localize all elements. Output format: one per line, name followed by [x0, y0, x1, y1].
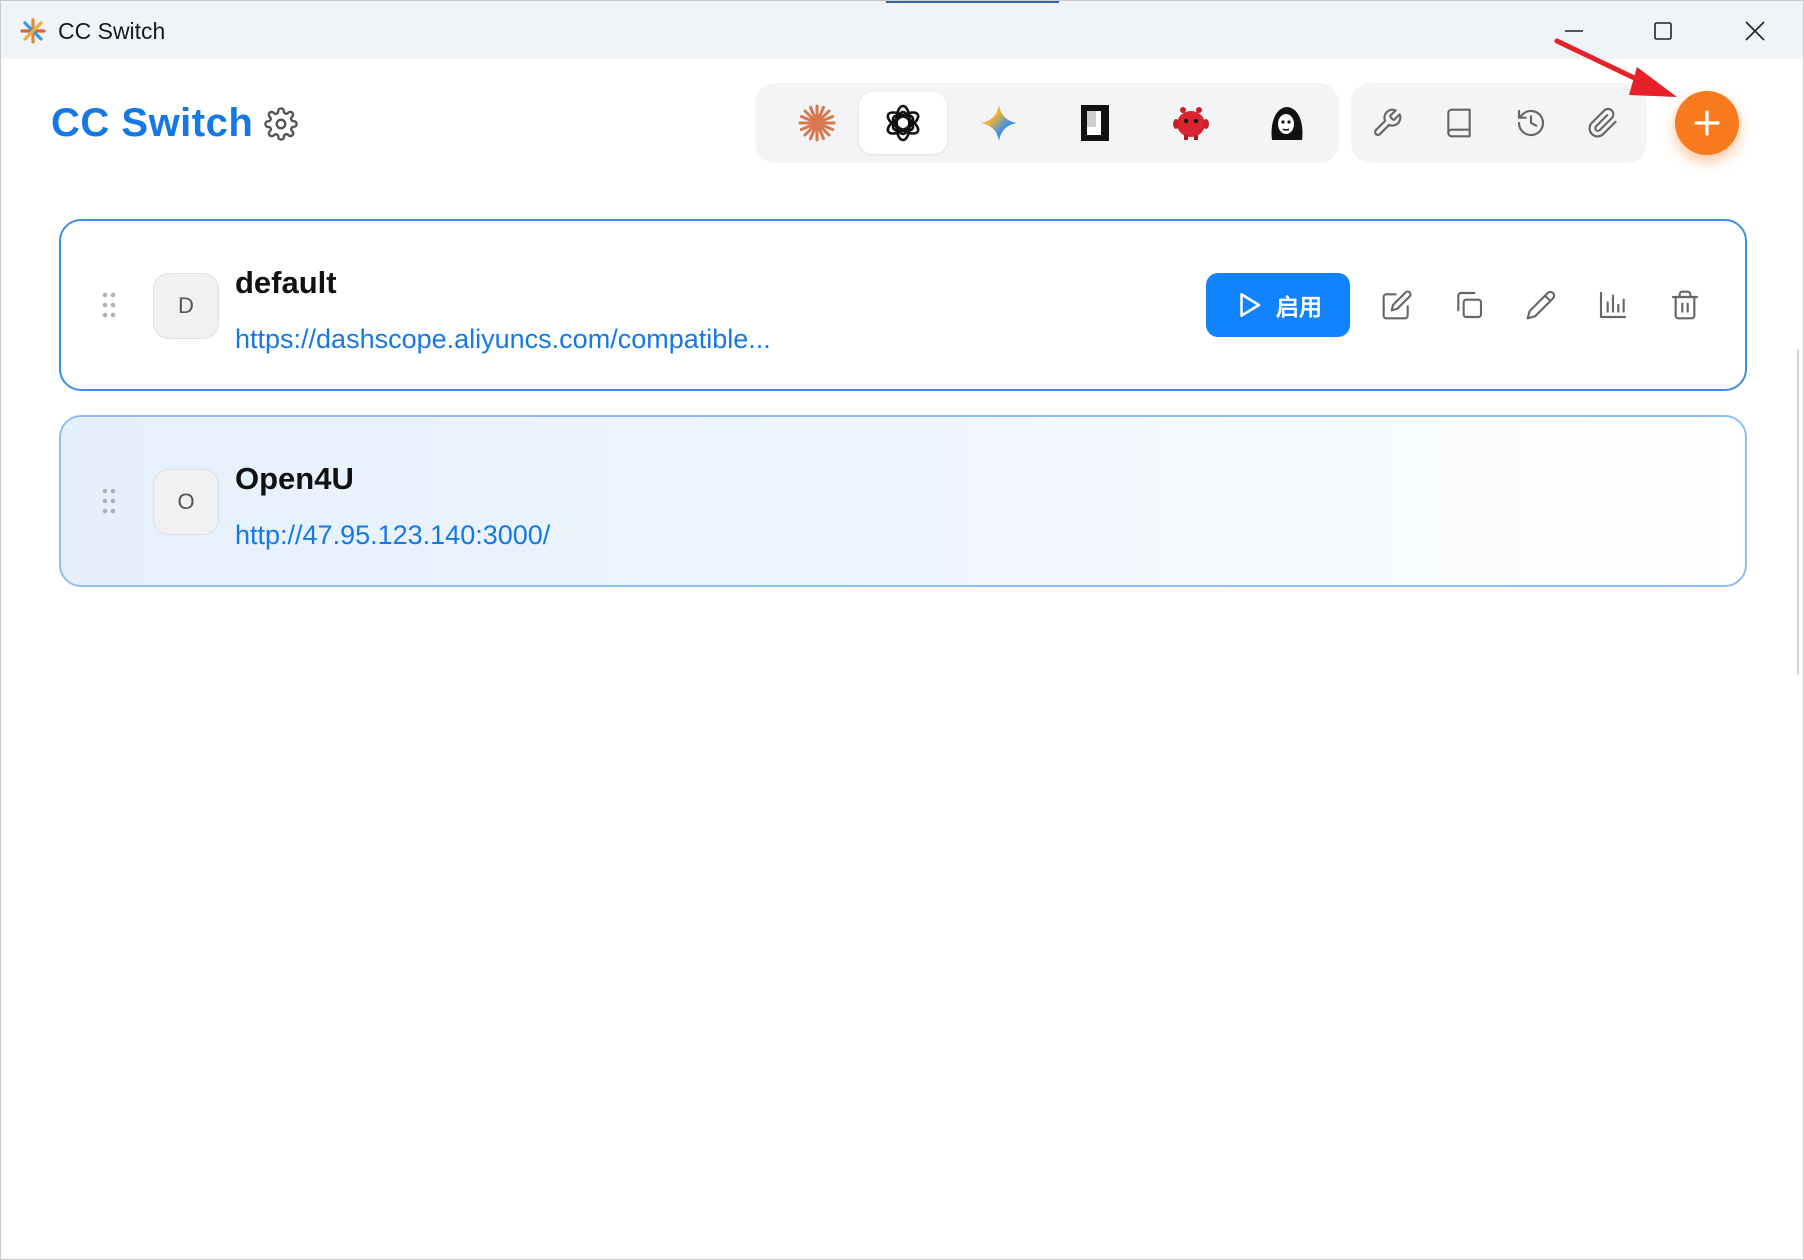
app-tab-red-bot[interactable] [1147, 92, 1235, 154]
history-button[interactable] [1507, 99, 1555, 147]
wrench-icon [1374, 108, 1402, 136]
gear-icon[interactable] [264, 107, 298, 141]
history-icon [1517, 109, 1545, 137]
annotation-arrow-icon [1554, 38, 1677, 97]
app-logo-icon [20, 18, 46, 44]
app-tab-claude[interactable] [773, 92, 861, 154]
title-bar[interactable]: CC Switch [1, 1, 1803, 59]
app-window: CC Switch CC Switch D default https://da… [0, 0, 1804, 1260]
claude-icon [798, 104, 836, 142]
edit-button[interactable] [1375, 283, 1419, 327]
edit-icon [1382, 290, 1412, 320]
brand-title: CC Switch [51, 101, 254, 145]
tools-button[interactable] [1363, 99, 1411, 147]
app-tab-openai[interactable] [859, 92, 947, 154]
window-edge [1797, 349, 1799, 675]
trash-icon [1671, 290, 1699, 320]
book-icon [1447, 108, 1471, 138]
drag-handle-icon[interactable] [101, 487, 117, 515]
app-tab-terminal[interactable] [1051, 92, 1139, 154]
openai-icon [886, 104, 920, 142]
paperclip-icon [1588, 107, 1617, 138]
docs-button[interactable] [1435, 99, 1483, 147]
window-title: CC Switch [58, 18, 166, 44]
play-icon [1240, 293, 1261, 317]
gemini-icon [981, 105, 1017, 141]
red-bot-icon [1173, 107, 1209, 140]
provider-card-open4u[interactable]: O Open4U http://47.95.123.140:3000/ [59, 415, 1747, 587]
test-button[interactable] [1519, 283, 1563, 327]
enable-button[interactable]: 启用 [1206, 273, 1350, 337]
copy-icon [1457, 291, 1483, 319]
provider-url[interactable]: http://47.95.123.140:3000/ [235, 520, 550, 551]
bar-chart-icon [1599, 291, 1627, 319]
plus-icon [1694, 110, 1720, 136]
app-tab-gemini[interactable] [955, 92, 1043, 154]
enable-button-label: 启用 [1276, 294, 1322, 320]
provider-name: Open4U [235, 461, 354, 496]
attachments-button[interactable] [1579, 99, 1627, 147]
provider-card-default[interactable]: D default https://dashscope.aliyuncs.com… [59, 219, 1747, 391]
delete-button[interactable] [1663, 283, 1707, 327]
app-tab-character[interactable] [1243, 92, 1331, 154]
usage-button[interactable] [1591, 283, 1635, 327]
provider-url[interactable]: https://dashscope.aliyuncs.com/compatibl… [235, 324, 771, 355]
title-bar-accent [886, 1, 1059, 3]
duplicate-button[interactable] [1447, 283, 1491, 327]
close-icon [1745, 21, 1765, 41]
close-button[interactable] [1720, 5, 1790, 57]
provider-avatar: O [153, 469, 219, 535]
terminal-icon [1081, 105, 1109, 141]
character-icon [1271, 107, 1303, 140]
add-provider-button[interactable] [1675, 91, 1739, 155]
pencil-icon [1526, 290, 1556, 320]
provider-avatar: D [153, 273, 219, 339]
drag-handle-icon[interactable] [101, 291, 117, 319]
app-switcher [755, 83, 1339, 163]
provider-name: default [235, 265, 337, 300]
